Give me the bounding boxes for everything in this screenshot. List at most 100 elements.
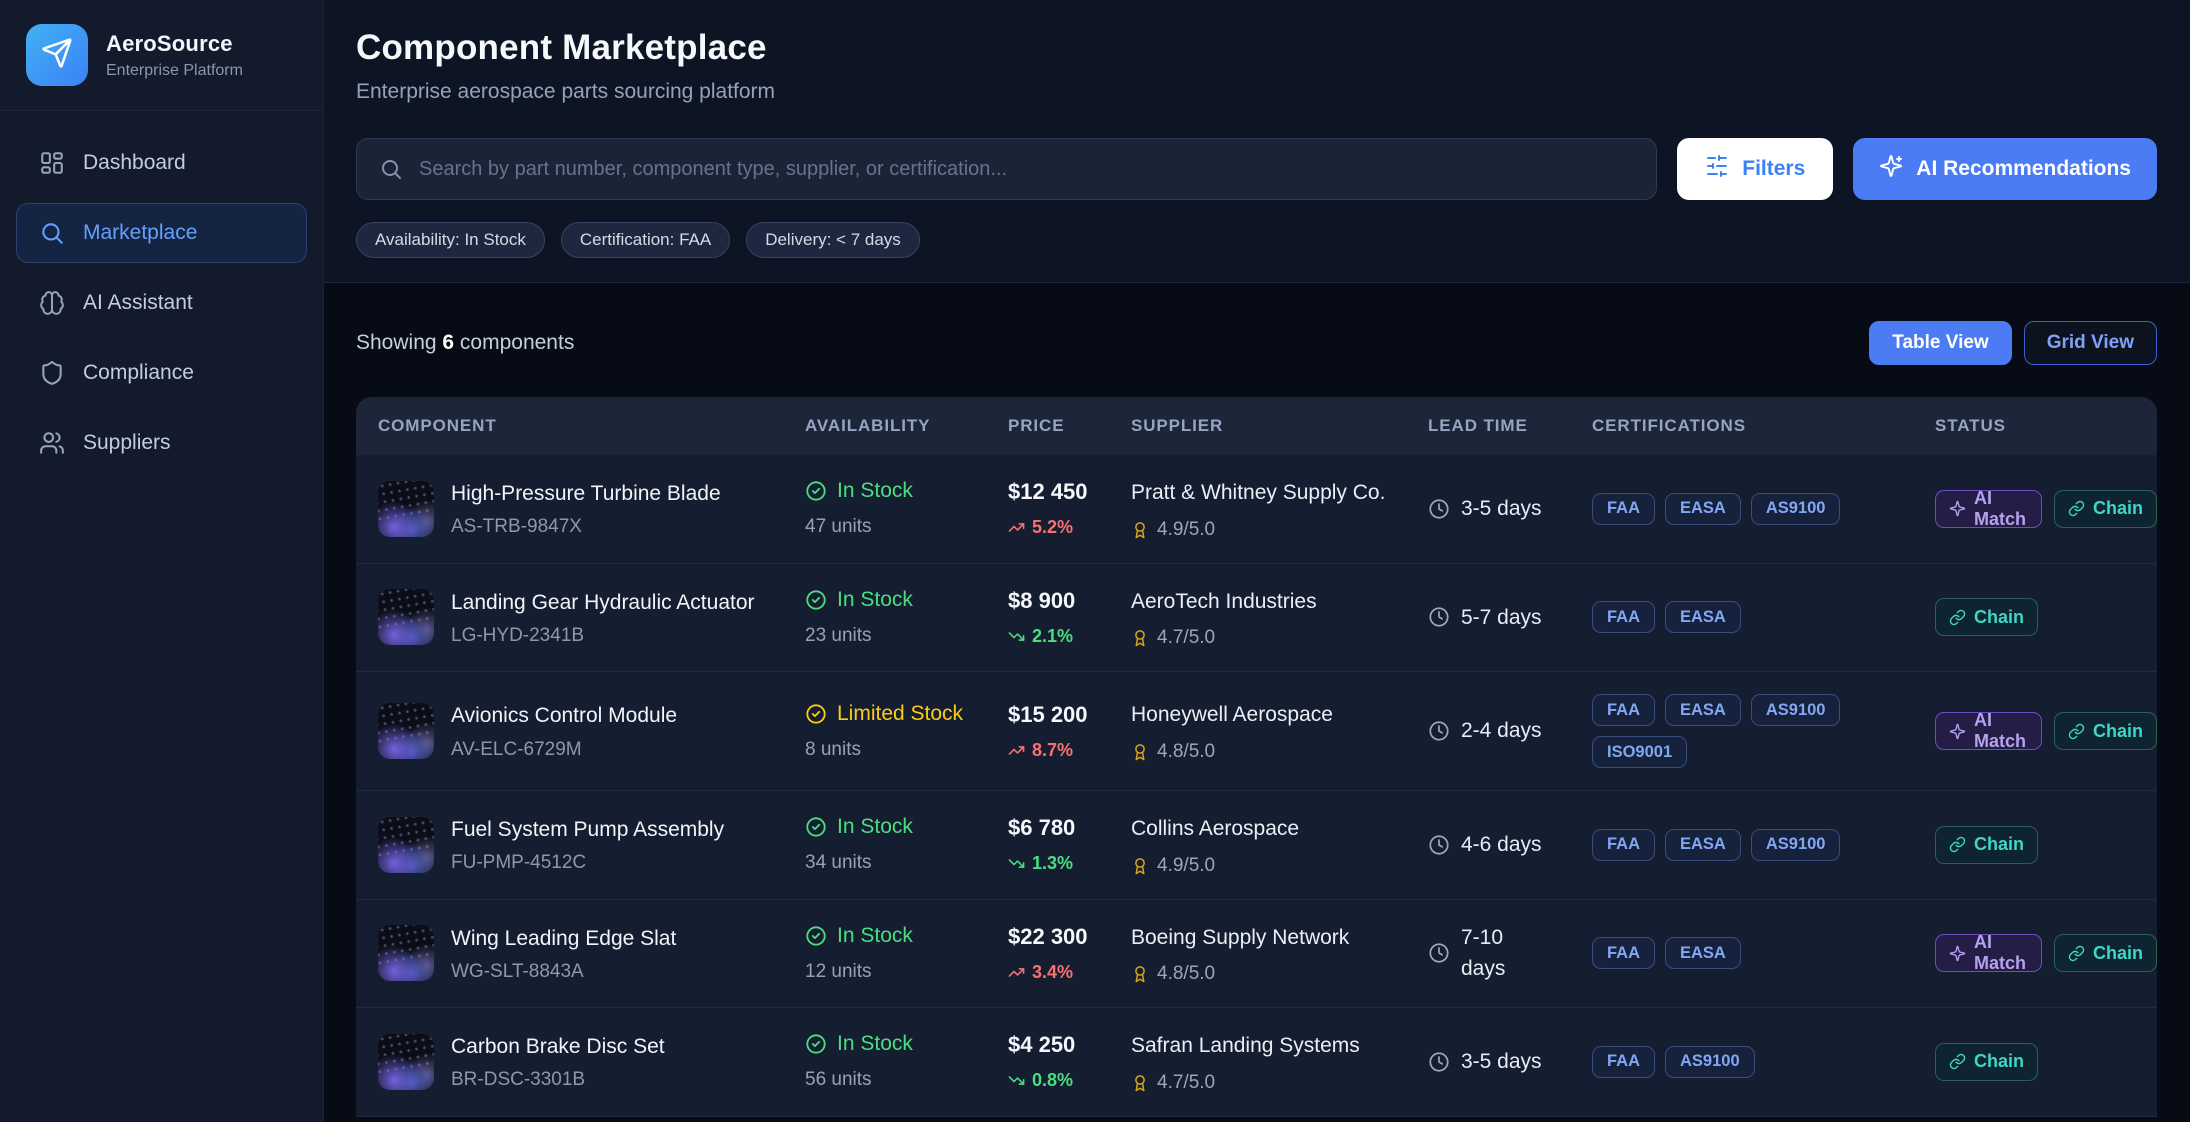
supplier-cell: Collins Aerospace 4.9/5.0 bbox=[1131, 813, 1428, 877]
stock-status: In Stock bbox=[837, 924, 913, 948]
certifications-cell: FAAEASAAS9100 bbox=[1592, 493, 1935, 525]
ai-match-label: AI Match bbox=[1974, 488, 2028, 530]
trending-up-icon bbox=[1008, 519, 1025, 536]
component-text: Fuel System Pump Assembly FU-PMP-4512C bbox=[451, 815, 724, 874]
table-row[interactable]: Fuel System Pump Assembly FU-PMP-4512C I… bbox=[356, 791, 2157, 900]
results-count-prefix: Showing bbox=[356, 331, 442, 354]
availability-cell: In Stock 47 units bbox=[805, 479, 1008, 538]
component-name: Avionics Control Module bbox=[451, 701, 677, 731]
sliders-icon bbox=[1705, 154, 1729, 184]
search-input[interactable] bbox=[419, 158, 1634, 181]
chain-badge[interactable]: Chain bbox=[2054, 490, 2157, 528]
check-circle-icon bbox=[805, 816, 827, 838]
sidebar-item-label: Dashboard bbox=[83, 151, 186, 175]
lead-time-value: 5-7 days bbox=[1461, 602, 1542, 634]
ai-match-label: AI Match bbox=[1974, 710, 2028, 752]
column-header-component: COMPONENT bbox=[378, 416, 805, 436]
table-row[interactable]: High-Pressure Turbine Blade AS-TRB-9847X… bbox=[356, 455, 2157, 564]
trend-value: 1.3% bbox=[1032, 853, 1073, 874]
supplier-name: Boeing Supply Network bbox=[1131, 922, 1410, 954]
filters-label: Filters bbox=[1742, 157, 1805, 181]
ai-match-badge[interactable]: AI Match bbox=[1935, 490, 2042, 528]
price-value: $15 200 bbox=[1008, 702, 1131, 728]
table-row[interactable]: Carbon Brake Disc Set BR-DSC-3301B In St… bbox=[356, 1008, 2157, 1117]
chain-badge[interactable]: Chain bbox=[1935, 1043, 2038, 1081]
search-icon bbox=[39, 220, 65, 246]
availability-cell: In Stock 34 units bbox=[805, 815, 1008, 874]
component-part-number: AV-ELC-6729M bbox=[451, 739, 677, 761]
certification-badge: AS9100 bbox=[1751, 694, 1841, 726]
chain-label: Chain bbox=[1974, 1051, 2024, 1072]
status-cell: Chain bbox=[1935, 598, 2157, 636]
link-icon bbox=[1949, 1053, 1966, 1070]
table-row[interactable]: Avionics Control Module AV-ELC-6729M Lim… bbox=[356, 672, 2157, 791]
ai-match-badge[interactable]: AI Match bbox=[1935, 712, 2042, 750]
search-icon bbox=[379, 157, 403, 181]
chain-badge[interactable]: Chain bbox=[1935, 598, 2038, 636]
sidebar: AeroSource Enterprise Platform Dashboard bbox=[0, 0, 324, 1122]
price-cell: $12 450 5.2% bbox=[1008, 479, 1131, 538]
shield-icon bbox=[39, 360, 65, 386]
component-cell: Landing Gear Hydraulic Actuator LG-HYD-2… bbox=[378, 588, 805, 647]
view-toggle: Table View Grid View bbox=[1869, 321, 2157, 365]
results-count: Showing 6 components bbox=[356, 331, 574, 355]
supplier-cell: Safran Landing Systems 4.7/5.0 bbox=[1131, 1030, 1428, 1094]
availability-cell: In Stock 23 units bbox=[805, 588, 1008, 647]
filters-button[interactable]: Filters bbox=[1677, 138, 1833, 200]
component-thumbnail bbox=[378, 589, 434, 645]
content-area: Showing 6 components Table View Grid Vie… bbox=[324, 283, 2190, 1122]
chain-badge[interactable]: Chain bbox=[1935, 826, 2038, 864]
grid-view-button[interactable]: Grid View bbox=[2024, 321, 2157, 365]
rating-value: 4.8/5.0 bbox=[1157, 963, 1215, 985]
link-icon bbox=[2068, 723, 2085, 740]
availability-cell: Limited Stock 8 units bbox=[805, 702, 1008, 761]
filter-chip-availability[interactable]: Availability: In Stock bbox=[356, 222, 545, 258]
table-view-button[interactable]: Table View bbox=[1869, 321, 2011, 365]
lead-time-cell: 4-6 days bbox=[1428, 829, 1592, 861]
sidebar-item-label: Compliance bbox=[83, 361, 194, 385]
ai-recommendations-label: AI Recommendations bbox=[1916, 157, 2131, 181]
availability-cell: In Stock 12 units bbox=[805, 924, 1008, 983]
column-header-certifications: CERTIFICATIONS bbox=[1592, 416, 1935, 436]
lead-time-value: 4-6 days bbox=[1461, 829, 1542, 861]
chain-badge[interactable]: Chain bbox=[2054, 712, 2157, 750]
sparkles-icon bbox=[1879, 154, 1903, 184]
filter-chip-delivery[interactable]: Delivery: < 7 days bbox=[746, 222, 920, 258]
sidebar-item-suppliers[interactable]: Suppliers bbox=[16, 413, 307, 473]
table-row[interactable]: Wing Leading Edge Slat WG-SLT-8843A In S… bbox=[356, 900, 2157, 1009]
lead-time-value: 3-5 days bbox=[1461, 493, 1542, 525]
clock-icon bbox=[1428, 834, 1450, 856]
stock-status: In Stock bbox=[837, 588, 913, 612]
chain-badge[interactable]: Chain bbox=[2054, 934, 2157, 972]
certification-badge: FAA bbox=[1592, 601, 1655, 633]
stock-status: Limited Stock bbox=[837, 702, 963, 726]
certifications-cell: FAAEASA bbox=[1592, 601, 1935, 633]
column-header-lead-time: LEAD TIME bbox=[1428, 416, 1592, 436]
certification-badge: AS9100 bbox=[1751, 493, 1841, 525]
sidebar-item-marketplace[interactable]: Marketplace bbox=[16, 203, 307, 263]
ai-recommendations-button[interactable]: AI Recommendations bbox=[1853, 138, 2157, 200]
certification-badge: EASA bbox=[1665, 493, 1741, 525]
component-text: Landing Gear Hydraulic Actuator LG-HYD-2… bbox=[451, 588, 755, 647]
rating-value: 4.7/5.0 bbox=[1157, 1072, 1215, 1094]
medal-icon bbox=[1131, 1074, 1149, 1092]
supplier-cell: Boeing Supply Network 4.8/5.0 bbox=[1131, 922, 1428, 986]
component-name: Landing Gear Hydraulic Actuator bbox=[451, 588, 755, 618]
ai-match-badge[interactable]: AI Match bbox=[1935, 934, 2042, 972]
paper-plane-icon bbox=[41, 37, 73, 74]
sidebar-item-compliance[interactable]: Compliance bbox=[16, 343, 307, 403]
medal-icon bbox=[1131, 857, 1149, 875]
table-row[interactable]: Landing Gear Hydraulic Actuator LG-HYD-2… bbox=[356, 564, 2157, 673]
brand: AeroSource Enterprise Platform bbox=[0, 0, 323, 111]
sidebar-item-ai-assistant[interactable]: AI Assistant bbox=[16, 273, 307, 333]
certification-badge: FAA bbox=[1592, 1046, 1655, 1078]
status-cell: Chain bbox=[1935, 1043, 2157, 1081]
status-cell: Chain bbox=[1935, 826, 2157, 864]
units-available: 8 units bbox=[805, 739, 1008, 761]
supplier-rating: 4.9/5.0 bbox=[1131, 855, 1410, 877]
clock-icon bbox=[1428, 606, 1450, 628]
filter-chip-certification[interactable]: Certification: FAA bbox=[561, 222, 730, 258]
clock-icon bbox=[1428, 1051, 1450, 1073]
price-cell: $15 200 8.7% bbox=[1008, 702, 1131, 761]
sidebar-item-dashboard[interactable]: Dashboard bbox=[16, 133, 307, 193]
